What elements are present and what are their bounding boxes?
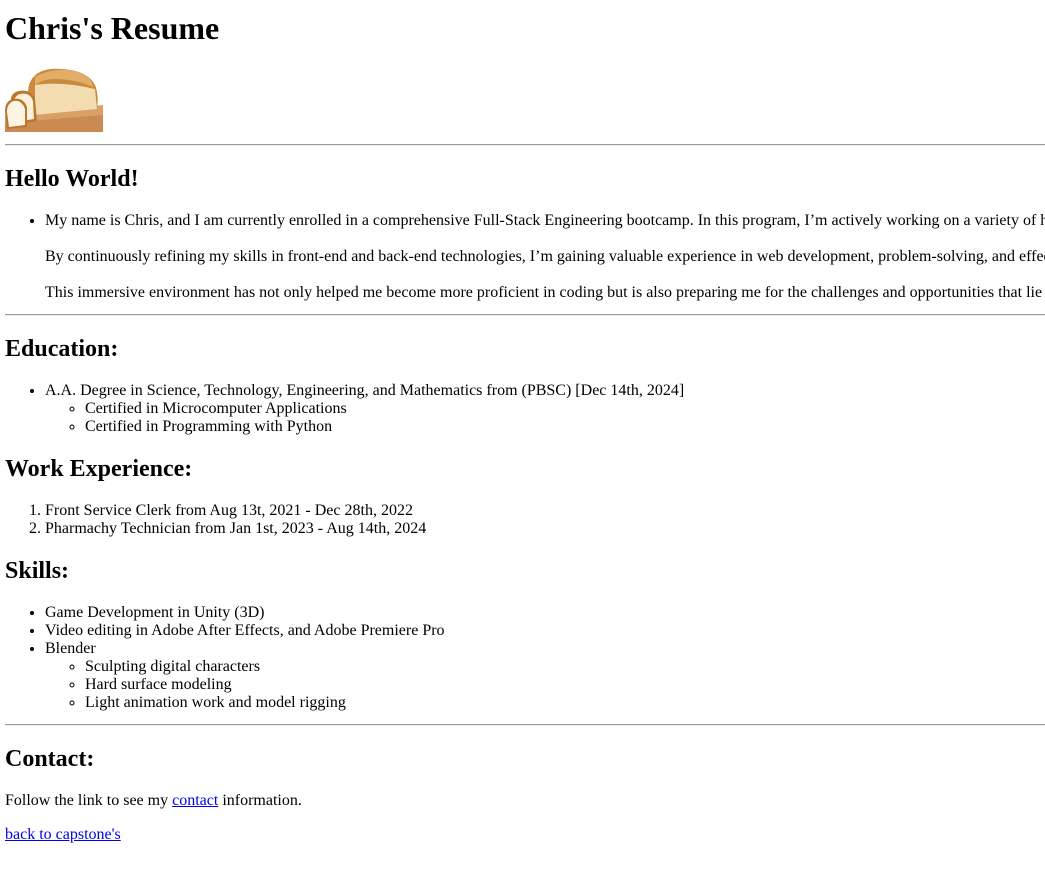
skill-label: Blender [45,640,96,657]
work-heading: Work Experience: [5,456,193,482]
page-title: Chris's Resume [5,10,220,46]
divider [5,144,1045,146]
contact-heading: Contact: [5,746,95,772]
contact-text-after: information. [218,792,302,809]
work-item: Pharmachy Technician from Jan 1st, 2023 … [45,520,1045,538]
intro-list: My name is Chris, and I am currently enr… [5,212,1045,302]
profile-image-wrapper [5,65,1045,132]
back-to-capstone-link[interactable]: back to capstone's [5,826,121,843]
certification-item: Certified in Microcomputer Applications [85,400,1045,418]
education-degree-text: A.A. Degree in Science, Technology, Engi… [45,382,685,399]
certification-list: Certified in Microcomputer Applications … [45,400,1045,436]
intro-list-item: My name is Chris, and I am currently enr… [45,212,1045,302]
skill-item: Video editing in Adobe After Effects, an… [45,622,1045,640]
certification-item: Certified in Programming with Python [85,418,1045,436]
bread-image [5,65,103,132]
hello-heading: Hello World! [5,166,139,192]
intro-paragraph: This immersive environment has not only … [45,284,1043,301]
blender-sublist: Sculpting digital characters Hard surfac… [45,658,1045,712]
skills-heading: Skills: [5,558,70,584]
education-degree: A.A. Degree in Science, Technology, Engi… [45,382,1045,436]
intro-paragraph: By continuously refining my skills in fr… [45,248,1045,265]
work-list: Front Service Clerk from Aug 13t, 2021 -… [5,502,1045,538]
divider [5,724,1045,726]
blender-skill-item: Sculpting digital characters [85,658,1045,676]
blender-skill-item: Light animation work and model rigging [85,694,1045,712]
resume-page: Chris's Resume Hello World! My name is C… [0,0,1045,873]
education-heading: Education: [5,336,119,362]
work-item: Front Service Clerk from Aug 13t, 2021 -… [45,502,1045,520]
divider [5,314,1045,316]
skill-item: Game Development in Unity (3D) [45,604,1045,622]
contact-link[interactable]: contact [172,792,218,809]
contact-text-before: Follow the link to see my [5,792,173,809]
intro-paragraph: My name is Chris, and I am currently enr… [45,212,1045,229]
contact-paragraph: Follow the link to see my contact inform… [5,792,1045,810]
skills-list: Game Development in Unity (3D) Video edi… [5,604,1045,712]
skill-item-blender: Blender Sculpting digital characters Har… [45,640,1045,712]
education-list: A.A. Degree in Science, Technology, Engi… [5,382,1045,436]
blender-skill-item: Hard surface modeling [85,676,1045,694]
